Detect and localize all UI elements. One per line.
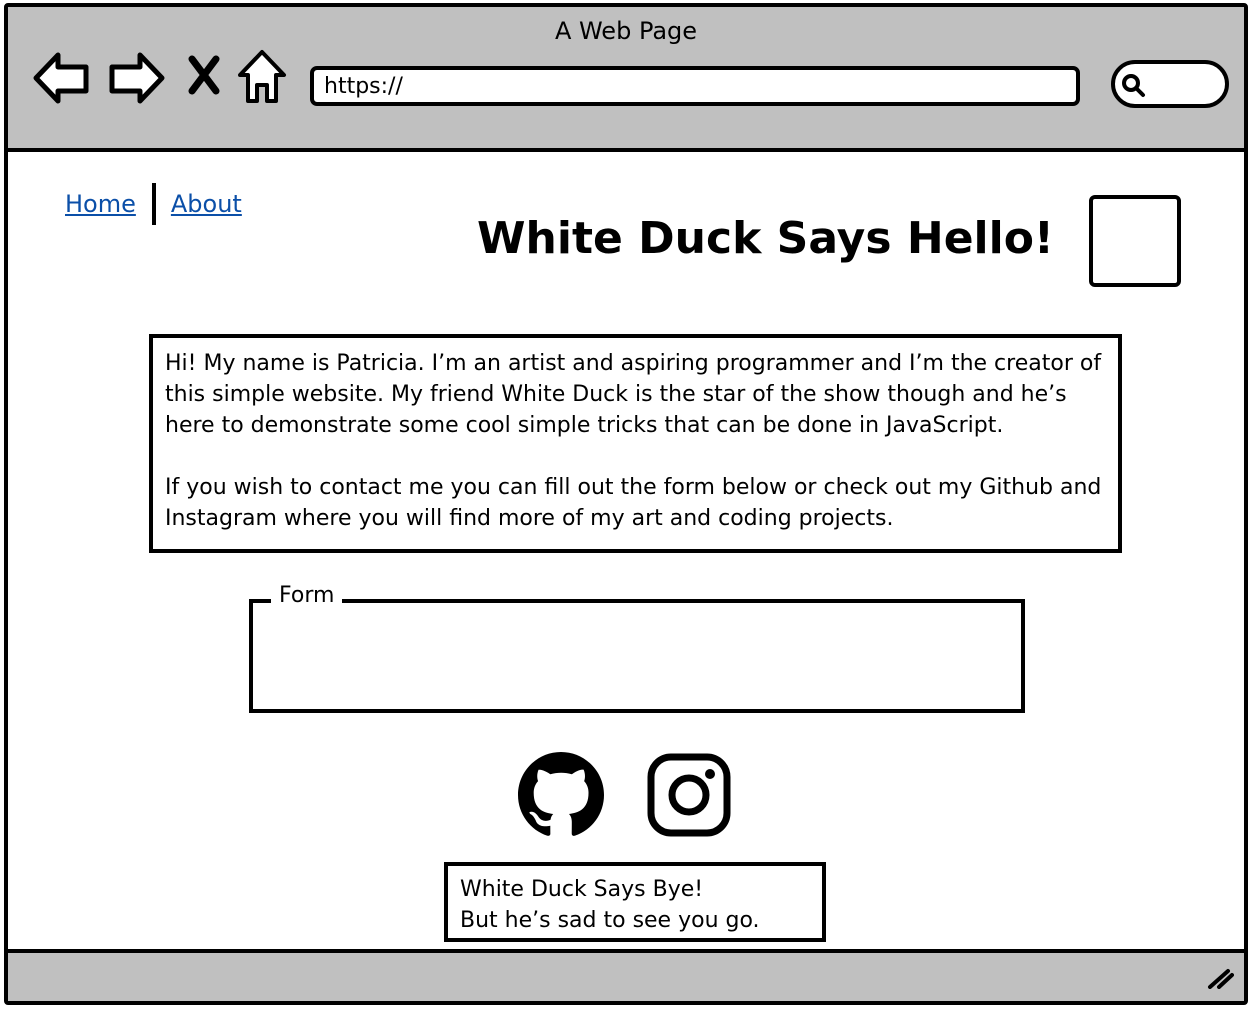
footer-line-2: But he’s sad to see you go.: [460, 908, 760, 933]
nav-link-home[interactable]: Home: [65, 190, 136, 218]
window-title: A Web Page: [554, 17, 698, 45]
browser-toolbar: A Web Page: [8, 7, 1244, 152]
contact-form: Form: [249, 583, 1025, 713]
url-input[interactable]: [324, 74, 1066, 99]
browser-window: A Web Page https:// Home About White Duc…: [4, 3, 1248, 1005]
home-icon[interactable]: [236, 47, 288, 109]
github-icon[interactable]: [518, 752, 604, 842]
nav-link-about[interactable]: About: [171, 190, 242, 218]
form-legend: Form: [271, 583, 343, 608]
page-title: White Duck Says Hello!: [477, 213, 1054, 264]
status-bar: [8, 949, 1244, 1001]
close-icon[interactable]: [186, 55, 222, 99]
instagram-icon[interactable]: [646, 752, 732, 842]
site-nav: Home About: [65, 183, 242, 225]
intro-paragraph-1: Hi! My name is Patricia. I’m an artist a…: [165, 351, 1102, 438]
footer-text-box: White Duck Says Bye! But he’s sad to see…: [444, 862, 826, 942]
nav-divider: [151, 183, 156, 225]
resize-grip-icon[interactable]: [1206, 965, 1234, 993]
intro-text-box: Hi! My name is Patricia. I’m an artist a…: [149, 334, 1122, 553]
image-placeholder: [1089, 195, 1181, 287]
back-arrow-icon[interactable]: [32, 47, 92, 113]
search-field[interactable]: [1111, 60, 1229, 108]
url-bar[interactable]: [310, 66, 1080, 106]
intro-paragraph-2: If you wish to contact me you can fill o…: [165, 475, 1102, 531]
forward-arrow-icon[interactable]: [106, 47, 166, 113]
search-icon: [1122, 74, 1145, 97]
footer-line-1: White Duck Says Bye!: [460, 877, 704, 902]
